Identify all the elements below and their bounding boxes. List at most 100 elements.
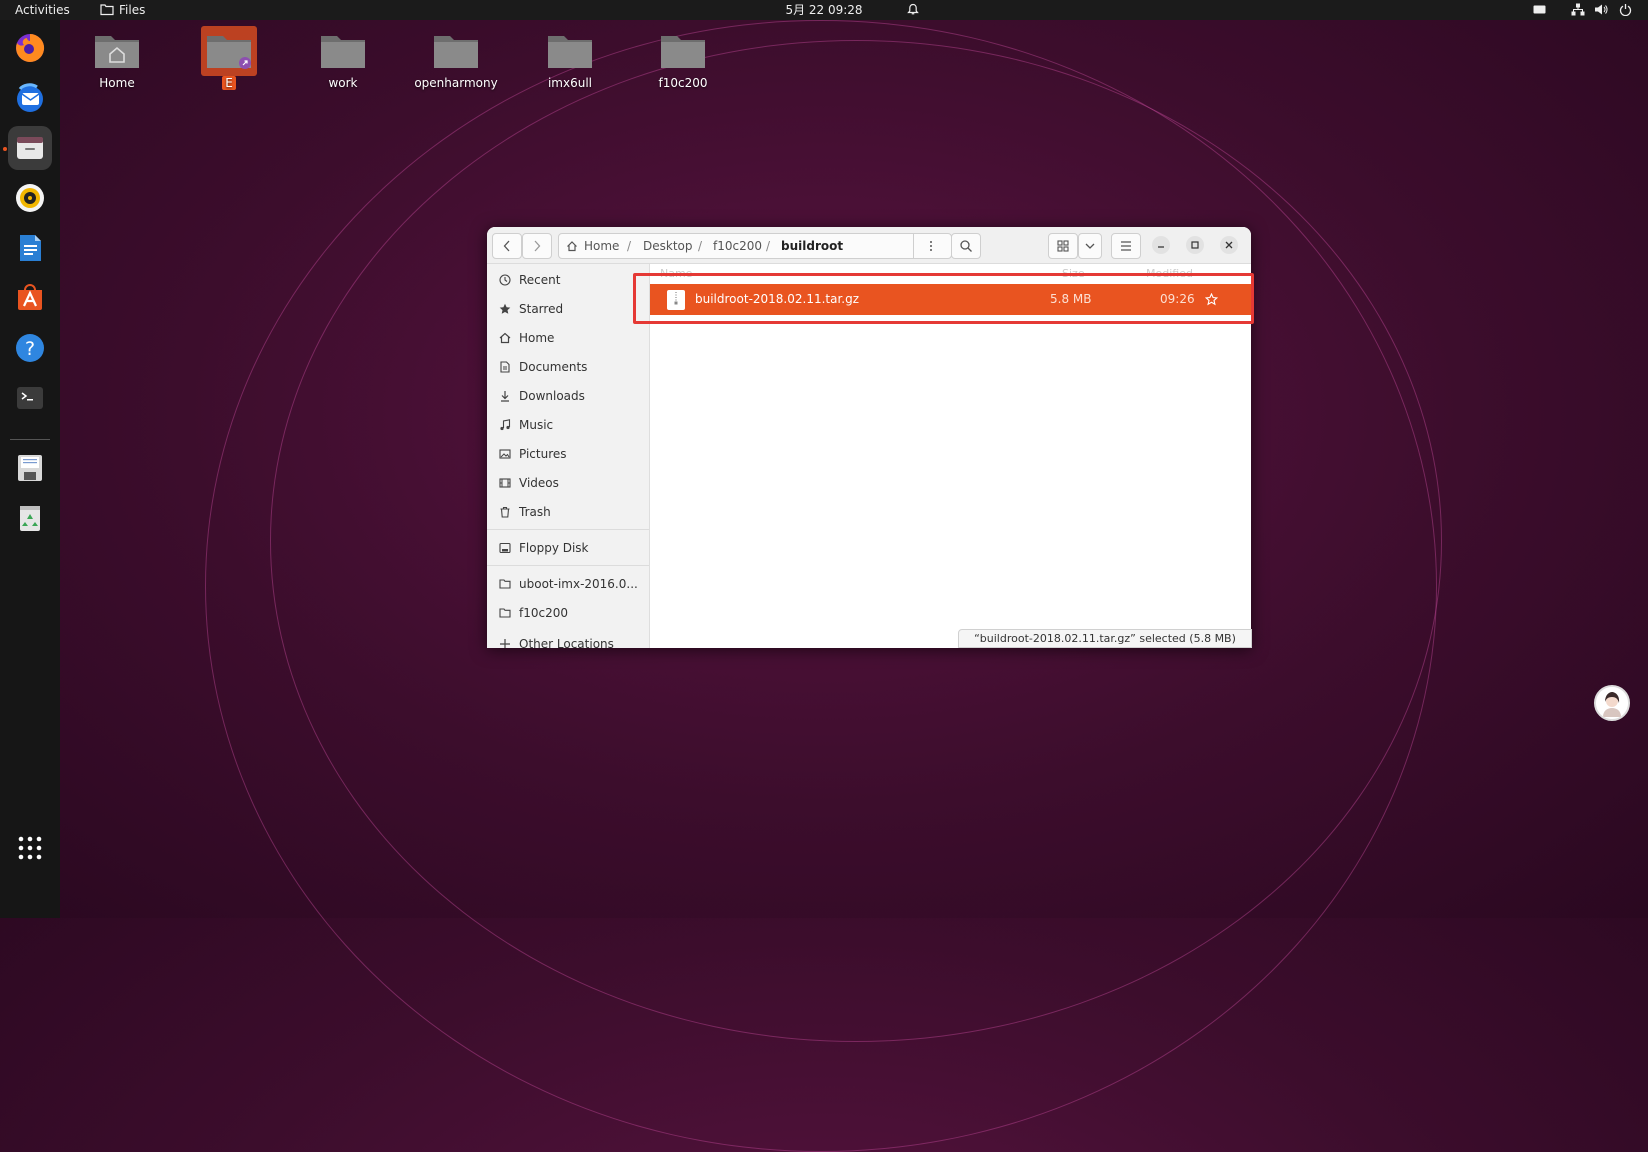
dock-writer[interactable] — [8, 226, 52, 270]
breadcrumb-desktop[interactable]: Desktop — [643, 234, 693, 258]
chevron-right-icon — [534, 240, 541, 252]
home-icon — [499, 332, 511, 344]
network-icon[interactable] — [1571, 3, 1585, 16]
volume-icon[interactable] — [1594, 3, 1608, 16]
sidebar-item-uboot-imx[interactable]: uboot-imx-2016.0... — [487, 570, 649, 598]
desktop-icon-f10c200[interactable]: f10c200 — [631, 26, 735, 92]
home-icon — [567, 241, 577, 252]
view-options-button[interactable] — [1078, 233, 1102, 259]
download-icon — [501, 391, 509, 402]
more-options-icon[interactable] — [929, 240, 933, 252]
search-button[interactable] — [951, 233, 981, 259]
dock-help[interactable]: ? — [8, 326, 52, 370]
sidebar-item-pictures[interactable]: Pictures — [487, 440, 649, 468]
avatar[interactable] — [1594, 685, 1630, 721]
bell-icon[interactable] — [907, 3, 919, 16]
show-apps-icon — [18, 836, 42, 860]
menu-button[interactable] — [1111, 233, 1141, 259]
clock-icon — [499, 274, 511, 286]
view-grid-button[interactable] — [1048, 233, 1078, 259]
terminal-icon — [17, 387, 43, 409]
sidebar-item-documents[interactable]: Documents — [487, 353, 649, 381]
desktop-icon-e[interactable]: E — [177, 26, 281, 92]
back-button[interactable] — [492, 233, 522, 259]
sidebar-item-starred[interactable]: Starred — [487, 295, 649, 323]
folder-icon — [499, 608, 511, 618]
sidebar-item-home[interactable]: Home — [487, 324, 649, 352]
libreoffice-writer-icon — [20, 235, 41, 261]
dock-rhythmbox[interactable] — [8, 176, 52, 220]
hamburger-menu-icon — [1121, 241, 1131, 251]
sidebar-item-music[interactable]: Music — [487, 411, 649, 439]
sidebar-item-label: Pictures — [519, 447, 567, 461]
keyboard-indicator-icon[interactable] — [1533, 5, 1546, 14]
dock-terminal[interactable] — [8, 376, 52, 420]
trash-icon — [20, 506, 40, 531]
sidebar-item-label: f10c200 — [519, 606, 568, 620]
running-indicator — [3, 147, 7, 151]
breadcrumb-buildroot[interactable]: buildroot — [781, 234, 843, 258]
folder-icon — [321, 36, 365, 68]
desktop-icon-label: E — [177, 76, 281, 90]
minimize-button[interactable] — [1152, 236, 1170, 254]
floppy-disk-icon — [18, 455, 42, 481]
drive-icon — [499, 542, 511, 554]
sidebar-item-label: Floppy Disk — [519, 541, 589, 555]
music-icon — [500, 419, 511, 431]
desktop-icon-home[interactable]: Home — [65, 26, 169, 92]
forward-button[interactable] — [522, 233, 552, 259]
desktop-icon-label: f10c200 — [658, 76, 708, 90]
help-icon: ? — [16, 334, 44, 362]
star-icon — [499, 303, 511, 314]
dock-floppy[interactable] — [8, 446, 52, 490]
search-icon — [960, 240, 972, 252]
sidebar-item-videos[interactable]: Videos — [487, 469, 649, 497]
desktop-icon-imx6ull[interactable]: imx6ull — [518, 26, 622, 92]
folder-icon — [661, 36, 705, 68]
desktop-icon-label: Home — [99, 76, 135, 90]
sidebar-item-floppy-disk[interactable]: Floppy Disk — [487, 534, 649, 562]
document-icon — [500, 361, 510, 373]
trash-icon — [500, 506, 510, 518]
sidebar-item-label: Downloads — [519, 389, 585, 403]
sidebar-item-label: Trash — [519, 505, 551, 519]
sidebar-separator — [487, 565, 649, 566]
dock-trash[interactable] — [8, 496, 52, 540]
sidebar-item-recent[interactable]: Recent — [487, 266, 649, 294]
breadcrumb-f10c200[interactable]: f10c200 — [713, 234, 762, 258]
sidebar-item-label: Home — [519, 331, 555, 345]
path-bar: Home / Desktop / f10c200 / buildroot — [558, 233, 952, 259]
sidebar-item-downloads[interactable]: Downloads — [487, 382, 649, 410]
desktop-icon-openharmony[interactable]: openharmony — [404, 26, 508, 92]
close-button[interactable] — [1220, 236, 1238, 254]
close-icon — [1225, 241, 1233, 249]
folder-icon — [434, 36, 478, 68]
sidebar-item-trash[interactable]: Trash — [487, 498, 649, 526]
dock-firefox[interactable] — [8, 26, 52, 70]
firefox-icon — [16, 33, 45, 62]
dock-show-apps[interactable] — [8, 826, 52, 870]
breadcrumb-home[interactable]: Home — [584, 234, 619, 258]
power-icon[interactable] — [1619, 3, 1632, 16]
maximize-button[interactable] — [1186, 236, 1204, 254]
desktop-icon-work[interactable]: work — [291, 26, 395, 92]
avatar-face-icon — [1596, 687, 1628, 719]
thunderbird-icon — [17, 83, 43, 112]
desktop-icon-label: openharmony — [414, 76, 498, 90]
dock-files[interactable] — [3, 126, 52, 170]
sidebar-item-f10c200[interactable]: f10c200 — [487, 599, 649, 627]
clock[interactable]: 5月 22 09:28 — [0, 0, 1648, 20]
breadcrumb-separator: / — [698, 239, 703, 253]
annotation-highlight-box — [633, 273, 1254, 324]
rhythmbox-icon — [16, 184, 44, 212]
files-icon — [17, 137, 43, 159]
sidebar-item-other-locations[interactable]: Other Locations — [487, 630, 649, 648]
dock-software[interactable] — [8, 276, 52, 320]
folder-link-icon — [207, 36, 251, 69]
sidebar-separator — [487, 529, 649, 530]
home-folder-icon — [95, 36, 139, 68]
dock-thunderbird[interactable] — [8, 76, 52, 120]
dock-separator — [10, 439, 50, 440]
svg-text:?: ? — [25, 338, 35, 360]
sidebar-item-label: Starred — [519, 302, 564, 316]
